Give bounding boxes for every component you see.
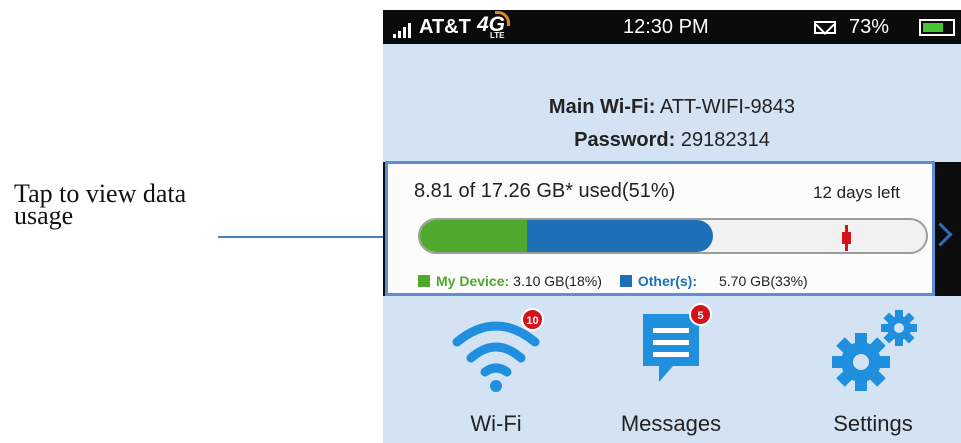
messages-badge: 5 [689, 303, 712, 326]
network-subtype: LTE [490, 31, 505, 40]
annotation-text: Tap to view data usage [14, 181, 264, 230]
network-signal-arc-icon [495, 11, 510, 26]
app-settings-label: Settings [833, 411, 913, 436]
callout-line [218, 236, 386, 238]
my-device-label: My Device: [436, 273, 510, 289]
app-wifi[interactable]: 10 Wi-Fi [411, 296, 581, 443]
days-left: 12 days left [813, 183, 900, 202]
status-bar: AT&T 4G LTE 12:30 PM 73% [383, 10, 961, 44]
app-settings[interactable]: Settings [793, 296, 953, 443]
main-wifi-line: Main Wi-Fi: ATT-WIFI-9843 [383, 96, 961, 119]
main-wifi-ssid: ATT-WIFI-9843 [659, 96, 796, 118]
signal-icon [393, 22, 411, 38]
clock: 12:30 PM [623, 16, 709, 38]
usage-summary: 8.81 of 17.26 GB* used(51%) [414, 180, 676, 202]
app-grid: 10 Wi-Fi 5 Messages Settings [383, 296, 961, 443]
wifi-badge: 10 [521, 308, 544, 331]
password-label: Password: [574, 129, 676, 151]
app-messages-label: Messages [620, 411, 722, 436]
carrier-name: AT&T [419, 16, 471, 38]
app-messages[interactable]: 5 Messages [601, 296, 741, 443]
my-device-swatch [418, 275, 430, 287]
others-swatch [619, 275, 632, 287]
usage-legend: My Device: 3.10 GB(18%) Other(s): 5.70 G… [418, 273, 808, 289]
usage-bar-my-device [420, 220, 527, 252]
password-value: 29182314 [680, 129, 770, 151]
battery-percent: 73% [849, 16, 890, 38]
wifi-info-panel: Main Wi-Fi: ATT-WIFI-9843 Password: 2918… [383, 44, 961, 162]
others-label: Other(s): [637, 273, 697, 289]
main-wifi-label: Main Wi-Fi: [548, 96, 656, 118]
device-screen: AT&T 4G LTE 12:30 PM 73% Main Wi-Fi: ATT… [383, 10, 961, 443]
usage-bar-marker [842, 225, 851, 251]
others-value: 5.70 GB(33%) [719, 273, 808, 289]
app-wifi-label: Wi-Fi [470, 411, 522, 436]
usage-bar [418, 218, 928, 254]
my-device-value: 3.10 GB(18%) [513, 273, 602, 289]
battery-icon [919, 19, 955, 36]
data-usage-panel[interactable]: 8.81 of 17.26 GB* used(51%) 12 days left… [385, 161, 935, 296]
battery-fill [923, 23, 943, 32]
settings-gear-icon [832, 310, 917, 391]
mail-icon [814, 21, 836, 34]
password-line: Password: 29182314 [383, 129, 961, 152]
usage-bar-others [527, 220, 713, 252]
annotation-line-2: usage [14, 201, 74, 230]
